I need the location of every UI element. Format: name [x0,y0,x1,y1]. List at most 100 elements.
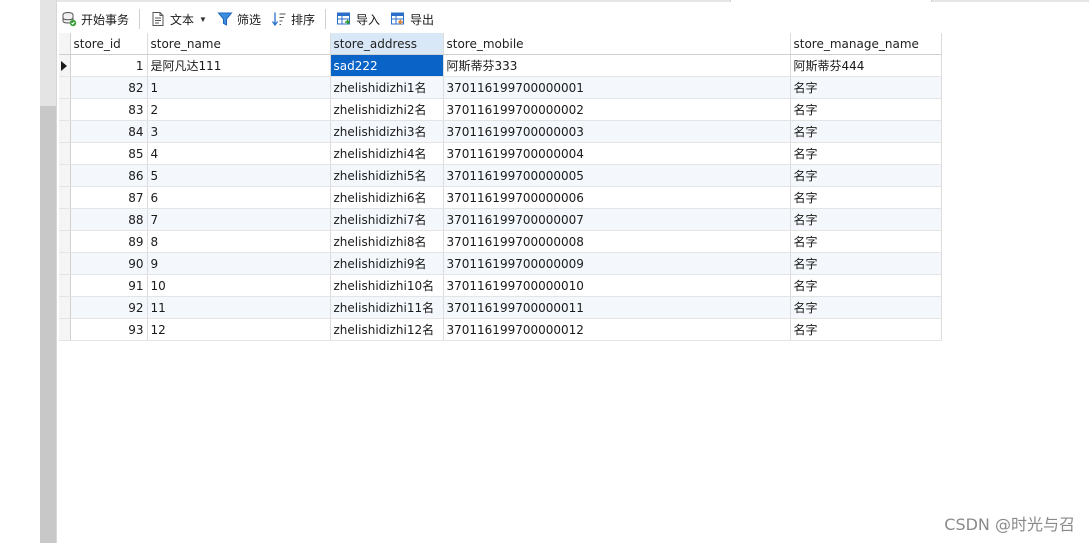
row-indicator[interactable] [59,318,71,341]
cell-store-address[interactable]: sad222 [330,54,444,77]
cell-store-id[interactable]: 84 [70,120,148,143]
cell-store-name[interactable]: 5 [147,164,331,187]
cell-store-name[interactable]: 2 [147,98,331,121]
cell-store-name[interactable]: 1 [147,76,331,99]
row-indicator[interactable] [59,208,71,231]
cell-store-mobile[interactable]: 阿斯蒂芬333 [443,54,791,77]
filter-button[interactable]: 筛选 [213,7,265,31]
cell-store-address[interactable]: zhelishidizhi7名 [330,208,444,231]
cell-store-manage-name[interactable]: 名字 [790,120,942,143]
row-indicator[interactable] [59,296,71,319]
cell-store-id[interactable]: 89 [70,230,148,253]
cell-store-address[interactable]: zhelishidizhi10名 [330,274,444,297]
cell-store-name[interactable]: 11 [147,296,331,319]
row-indicator[interactable] [59,98,71,121]
cell-store-name[interactable]: 7 [147,208,331,231]
column-header-store-name[interactable]: store_name [147,33,331,55]
table-row[interactable]: 85 4 zhelishidizhi4名 370116199700000004 名字 [59,142,942,165]
cell-store-address[interactable]: zhelishidizhi12名 [330,318,444,341]
cell-store-manage-name[interactable]: 名字 [790,186,942,209]
cell-store-manage-name[interactable]: 名字 [790,296,942,319]
cell-store-manage-name[interactable]: 名字 [790,252,942,275]
cell-store-name[interactable]: 3 [147,120,331,143]
row-indicator[interactable] [59,76,71,99]
cell-store-address[interactable]: zhelishidizhi6名 [330,186,444,209]
cell-store-address[interactable]: zhelishidizhi9名 [330,252,444,275]
cell-store-mobile[interactable]: 370116199700000005 [443,164,791,187]
cell-store-manage-name[interactable]: 名字 [790,318,942,341]
column-header-store-id[interactable]: store_id [70,33,148,55]
cell-store-address[interactable]: zhelishidizhi3名 [330,120,444,143]
row-indicator[interactable] [59,120,71,143]
cell-store-mobile[interactable]: 370116199700000011 [443,296,791,319]
row-indicator[interactable] [59,230,71,253]
sort-button[interactable]: 排序 [267,7,319,31]
cell-store-id[interactable]: 85 [70,142,148,165]
table-row[interactable]: 1 是阿凡达111 sad222 阿斯蒂芬333 阿斯蒂芬444 [59,54,942,77]
cell-store-manage-name[interactable]: 名字 [790,274,942,297]
cell-store-id[interactable]: 86 [70,164,148,187]
column-header-store-manage-name[interactable]: store_manage_name [790,33,942,55]
row-indicator[interactable] [59,142,71,165]
cell-store-manage-name[interactable]: 阿斯蒂芬444 [790,54,942,77]
table-row[interactable]: 82 1 zhelishidizhi1名 370116199700000001 名字 [59,76,942,99]
cell-store-id[interactable]: 93 [70,318,148,341]
table-row[interactable]: 90 9 zhelishidizhi9名 370116199700000009 名字 [59,252,942,275]
cell-store-name[interactable]: 8 [147,230,331,253]
cell-store-address[interactable]: zhelishidizhi8名 [330,230,444,253]
cell-store-address[interactable]: zhelishidizhi11名 [330,296,444,319]
cell-store-mobile[interactable]: 370116199700000007 [443,208,791,231]
cell-store-id[interactable]: 82 [70,76,148,99]
cell-store-manage-name[interactable]: 名字 [790,230,942,253]
cell-store-id[interactable]: 1 [70,54,148,77]
begin-transaction-button[interactable]: 开始事务 [57,7,133,31]
chevron-down-icon[interactable]: ▼ [199,15,207,24]
table-row[interactable]: 91 10 zhelishidizhi10名 370116199700000010 名字 [59,274,942,297]
cell-store-mobile[interactable]: 370116199700000006 [443,186,791,209]
cell-store-id[interactable]: 87 [70,186,148,209]
cell-store-name[interactable]: 6 [147,186,331,209]
import-button[interactable]: 导入 [332,7,384,31]
text-view-button[interactable]: 文本 ▼ [146,7,211,31]
cell-store-mobile[interactable]: 370116199700000008 [443,230,791,253]
cell-store-manage-name[interactable]: 名字 [790,208,942,231]
table-row[interactable]: 92 11 zhelishidizhi11名 370116199700000011 名字 [59,296,942,319]
column-header-store-address[interactable]: store_address [330,33,444,55]
table-row[interactable]: 84 3 zhelishidizhi3名 370116199700000003 名字 [59,120,942,143]
cell-store-manage-name[interactable]: 名字 [790,76,942,99]
cell-store-address[interactable]: zhelishidizhi4名 [330,142,444,165]
cell-store-id[interactable]: 90 [70,252,148,275]
column-header-store-mobile[interactable]: store_mobile [443,33,791,55]
row-indicator[interactable] [59,186,71,209]
row-indicator[interactable] [59,274,71,297]
table-row[interactable]: 93 12 zhelishidizhi12名 370116199700000012 名字 [59,318,942,341]
cell-store-id[interactable]: 88 [70,208,148,231]
row-indicator[interactable] [59,252,71,275]
cell-store-manage-name[interactable]: 名字 [790,164,942,187]
cell-store-mobile[interactable]: 370116199700000004 [443,142,791,165]
cell-store-mobile[interactable]: 370116199700000002 [443,98,791,121]
cell-store-manage-name[interactable]: 名字 [790,142,942,165]
cell-store-id[interactable]: 92 [70,296,148,319]
cell-store-mobile[interactable]: 370116199700000009 [443,252,791,275]
table-row[interactable]: 86 5 zhelishidizhi5名 370116199700000005 名字 [59,164,942,187]
table-row[interactable]: 83 2 zhelishidizhi2名 370116199700000002 名字 [59,98,942,121]
table-row[interactable]: 89 8 zhelishidizhi8名 370116199700000008 名字 [59,230,942,253]
row-indicator[interactable] [59,54,71,77]
cell-store-address[interactable]: zhelishidizhi1名 [330,76,444,99]
left-scrollbar-thumb[interactable] [40,0,56,106]
cell-store-name[interactable]: 12 [147,318,331,341]
cell-store-name[interactable]: 10 [147,274,331,297]
cell-store-id[interactable]: 91 [70,274,148,297]
cell-store-mobile[interactable]: 370116199700000010 [443,274,791,297]
row-indicator[interactable] [59,164,71,187]
cell-store-mobile[interactable]: 370116199700000012 [443,318,791,341]
export-button[interactable]: 导出 [386,7,438,31]
table-row[interactable]: 87 6 zhelishidizhi6名 370116199700000006 名字 [59,186,942,209]
cell-store-mobile[interactable]: 370116199700000003 [443,120,791,143]
cell-store-address[interactable]: zhelishidizhi5名 [330,164,444,187]
table-row[interactable]: 88 7 zhelishidizhi7名 370116199700000007 名字 [59,208,942,231]
cell-store-name[interactable]: 4 [147,142,331,165]
active-tab-edge[interactable] [730,0,932,2]
cell-store-manage-name[interactable]: 名字 [790,98,942,121]
